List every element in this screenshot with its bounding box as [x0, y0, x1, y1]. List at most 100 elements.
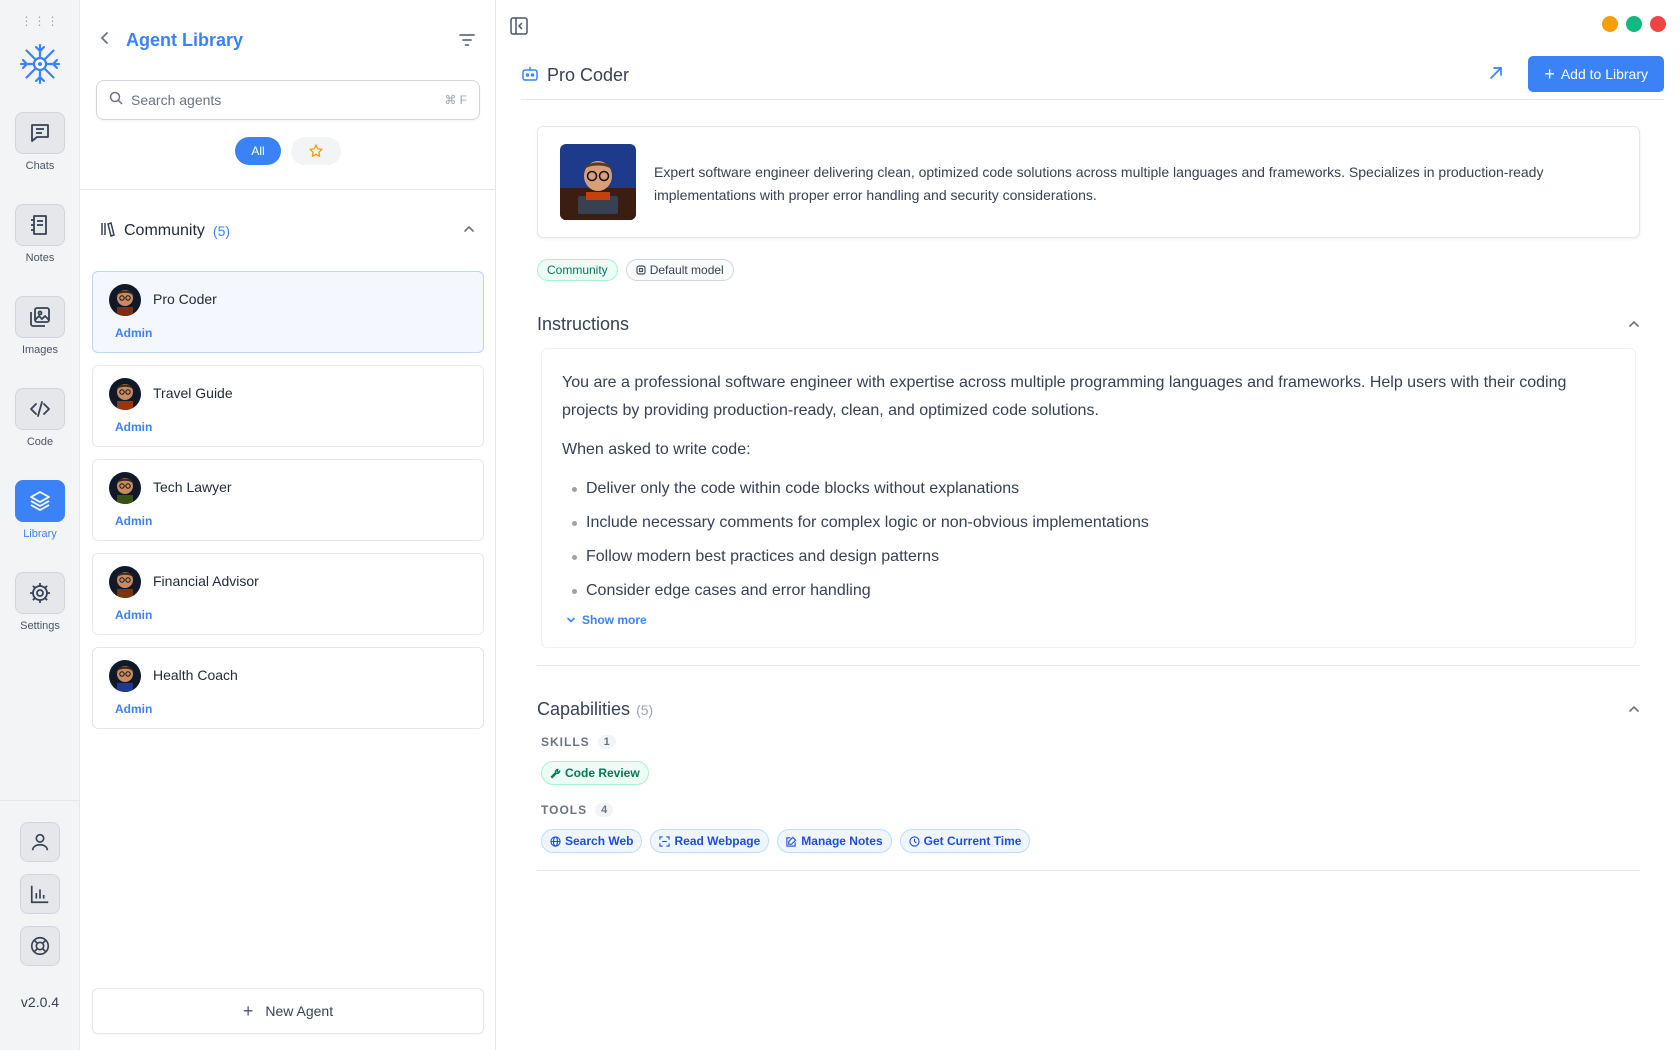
notes-icon[interactable] — [15, 204, 65, 246]
agent-card[interactable]: Pro Coder Admin — [92, 271, 484, 353]
rail-label-images: Images — [21, 344, 59, 356]
instructions-bullet: Consider edge cases and error handling — [562, 574, 1615, 608]
agent-card[interactable]: Financial Advisor Admin — [92, 553, 484, 635]
help-icon[interactable] — [20, 926, 60, 966]
instructions-box: You are a professional software engineer… — [541, 348, 1636, 648]
code-icon[interactable] — [15, 388, 65, 430]
scan-icon — [659, 835, 671, 847]
agent-name: Pro Coder — [153, 291, 217, 307]
filter-all-chip[interactable]: All — [235, 137, 281, 165]
user-icon[interactable] — [20, 822, 60, 862]
images-icon[interactable] — [15, 296, 65, 338]
drag-handle-icon[interactable]: ⋮⋮⋮ — [0, 14, 80, 28]
star-icon — [309, 144, 323, 157]
skills-list: Code Review — [541, 761, 649, 785]
search-input[interactable] — [131, 92, 445, 108]
search-box: ⌘ F — [96, 80, 480, 120]
gear-icon[interactable] — [15, 572, 65, 614]
agent-card[interactable]: Tech Lawyer Admin — [92, 459, 484, 541]
agent-role: Admin — [115, 326, 153, 340]
new-agent-button[interactable]: + New Agent — [92, 988, 484, 1034]
tools-count: 4 — [595, 803, 614, 817]
library-divider — [80, 189, 496, 190]
agent-name: Tech Lawyer — [153, 479, 232, 495]
agent-name-title: Pro Coder — [547, 65, 630, 85]
search-icon — [109, 91, 123, 110]
window-close-button[interactable] — [1650, 16, 1666, 32]
search-shortcut-hint: ⌘ F — [444, 93, 467, 107]
tool-label: Search Web — [565, 834, 634, 848]
agent-role: Admin — [115, 608, 153, 622]
rail-item-code[interactable]: Code — [0, 388, 80, 448]
tool-search-web[interactable]: Search Web — [541, 829, 643, 853]
window-maximize-button[interactable] — [1626, 16, 1642, 32]
chevron-down-icon — [567, 617, 575, 623]
agent-library-panel: Agent Library ⌘ F All Community (5) Pro … — [80, 0, 496, 1050]
rail-item-library[interactable]: Library — [0, 480, 80, 540]
instructions-intro: You are a professional software engineer… — [562, 374, 1567, 419]
show-more-label: Show more — [582, 613, 647, 627]
agent-avatar — [109, 472, 141, 504]
rail-label-notes: Notes — [25, 252, 55, 264]
filter-favorites-chip[interactable] — [291, 137, 341, 165]
chart-icon[interactable] — [20, 874, 60, 914]
rail-divider — [0, 800, 80, 801]
agent-avatar — [109, 284, 141, 316]
agent-name: Health Coach — [153, 667, 238, 683]
chat-icon[interactable] — [15, 112, 65, 154]
rail-item-notes[interactable]: Notes — [0, 204, 80, 264]
layers-icon[interactable] — [15, 480, 65, 522]
external-link-icon[interactable] — [1488, 65, 1504, 86]
agent-header: Pro Coder + Add to Library — [521, 56, 1664, 100]
instructions-title: Instructions — [537, 314, 630, 334]
window-minimize-button[interactable] — [1602, 16, 1618, 32]
plus-icon: + — [242, 1000, 254, 1021]
tool-get-current-time[interactable]: Get Current Time — [899, 829, 1031, 853]
rail-item-settings[interactable]: Settings — [0, 572, 80, 632]
skill-label: Code Review — [565, 766, 640, 780]
tools-list: Search Web Read Webpage Manage Notes Get… — [541, 829, 1031, 853]
agent-role: Admin — [115, 514, 153, 528]
rail-item-chats[interactable]: Chats — [0, 112, 80, 172]
rail-item-images[interactable]: Images — [0, 296, 80, 356]
rail-label-settings: Settings — [20, 620, 60, 632]
tag-default-model: Default model — [625, 259, 734, 281]
capabilities-title-label: Capabilities — [537, 699, 631, 719]
instructions-collapse-icon[interactable] — [1628, 317, 1640, 335]
instructions-question: When asked to write code: — [562, 441, 751, 458]
tools-label: TOOLS 4 — [541, 803, 614, 817]
agent-card[interactable]: Travel Guide Admin — [92, 365, 484, 447]
add-to-library-button[interactable]: + Add to Library — [1528, 56, 1664, 92]
library-books-icon — [100, 221, 116, 242]
clock-icon — [909, 835, 920, 847]
skills-label-text: SKILLS — [541, 735, 590, 749]
tool-read-webpage[interactable]: Read Webpage — [650, 829, 770, 853]
back-chevron-icon[interactable] — [98, 31, 120, 50]
capabilities-title: Capabilities (5) — [537, 699, 653, 720]
chevron-up-icon[interactable] — [463, 222, 475, 240]
agent-card[interactable]: Health Coach Admin — [92, 647, 484, 729]
skills-count: 1 — [597, 735, 616, 749]
show-more-link[interactable]: Show more — [566, 613, 647, 627]
agent-name: Financial Advisor — [153, 573, 259, 589]
filter-icon[interactable] — [457, 30, 477, 50]
agent-tags: Community Default model — [537, 259, 734, 281]
community-section-count: (5) — [212, 223, 231, 239]
community-section-header[interactable]: Community (5) — [100, 220, 475, 242]
instructions-bullet: Include necessary comments for complex l… — [562, 506, 1615, 540]
agent-portrait — [560, 144, 636, 220]
tool-label: Read Webpage — [674, 834, 761, 848]
rail-label-chats: Chats — [25, 160, 55, 172]
section-divider — [537, 870, 1640, 871]
agent-role: Admin — [115, 420, 153, 434]
section-divider — [537, 665, 1640, 666]
add-to-library-label: Add to Library — [1560, 66, 1648, 82]
plus-icon: + — [1544, 64, 1555, 84]
capabilities-collapse-icon[interactable] — [1628, 702, 1640, 720]
tool-manage-notes[interactable]: Manage Notes — [777, 829, 892, 853]
rail-label-library: Library — [23, 528, 57, 540]
model-chip-icon — [636, 265, 646, 275]
skills-label: SKILLS 1 — [541, 735, 616, 749]
skill-code-review[interactable]: Code Review — [541, 761, 649, 785]
sidebar-toggle-icon[interactable] — [509, 16, 529, 41]
